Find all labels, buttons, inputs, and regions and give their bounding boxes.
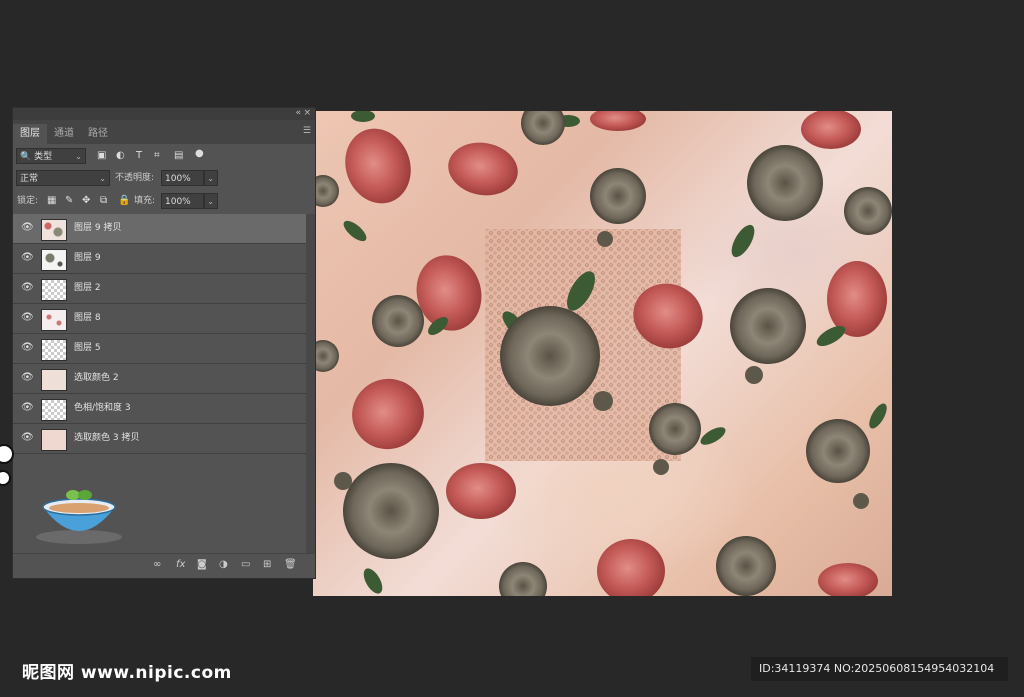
layer-row[interactable]: 👁 图层 5 <box>13 334 315 364</box>
shape-filter-icon[interactable]: ⌗ <box>154 148 160 164</box>
panel-menu-icon[interactable]: ☰ <box>303 126 311 136</box>
adjustment-filter-icon[interactable]: ◐ <box>116 148 125 164</box>
fx-icon[interactable]: fx <box>176 558 185 572</box>
layer-row[interactable]: 👁 选取颜色 2 <box>13 364 315 394</box>
blend-mode-value: 正常 <box>20 174 39 184</box>
close-panel-icon[interactable]: × <box>303 108 311 119</box>
chevron-down-icon: ⌄ <box>75 152 82 161</box>
layer-name: 色相/饱和度 3 <box>74 403 131 413</box>
chevron-down-icon: ⌄ <box>207 197 214 206</box>
tab-paths[interactable]: 路径 <box>81 124 115 144</box>
lock-brush-icon[interactable]: ✎ <box>65 193 73 209</box>
panel-tabs: 图层 通道 路径 ☰ <box>13 120 315 144</box>
lock-all-icon[interactable]: 🔒 <box>118 193 130 209</box>
layer-thumbnail <box>41 279 67 301</box>
layer-thumbnail <box>41 339 67 361</box>
eye-icon[interactable]: 👁 <box>21 402 34 413</box>
floral-pattern-artwork <box>313 111 892 596</box>
new-adjustment-icon[interactable]: ◑ <box>219 558 228 572</box>
eye-icon[interactable]: 👁 <box>21 342 34 353</box>
layer-filter-select[interactable]: 🔍 类型 ⌄ <box>16 148 86 164</box>
layer-thumbnail <box>41 399 67 421</box>
layer-row[interactable]: 👁 色相/饱和度 3 <box>13 394 315 424</box>
layer-thumbnail <box>41 429 67 451</box>
new-group-icon[interactable]: ▭ <box>241 558 250 572</box>
layer-name: 图层 9 <box>74 253 101 263</box>
opacity-field[interactable]: 100% <box>161 170 204 186</box>
add-mask-icon[interactable]: ◙ <box>197 558 207 572</box>
layer-thumbnail <box>41 249 67 271</box>
layer-row[interactable]: 👁 图层 2 <box>13 274 315 304</box>
layer-name: 图层 9 拷贝 <box>74 223 122 233</box>
layer-row[interactable]: 👁 图层 9 <box>13 244 315 274</box>
image-id-label: ID:34119374 NO:20250608154954032104 <box>751 657 1008 681</box>
eye-icon[interactable]: 👁 <box>21 312 34 323</box>
layer-name: 图层 2 <box>74 283 101 293</box>
layer-name: 图层 5 <box>74 343 101 353</box>
tab-layers[interactable]: 图层 <box>13 124 47 144</box>
layer-name: 选取颜色 2 <box>74 373 119 383</box>
layers-panel: « × 图层 通道 路径 ☰ 🔍 类型 ⌄ ▣ ◐ T ⌗ ▤ ● 正常 ⌄ 不… <box>12 107 316 579</box>
image-filter-icon[interactable]: ▣ <box>97 148 106 164</box>
eye-icon[interactable]: 👁 <box>21 432 34 443</box>
opacity-label: 不透明度: <box>115 173 155 183</box>
opacity-value: 100% <box>165 174 191 184</box>
new-layer-icon[interactable]: ⊞ <box>263 558 271 572</box>
document-canvas[interactable] <box>313 111 892 596</box>
fill-dropdown[interactable]: ⌄ <box>204 193 218 209</box>
lock-artboard-icon[interactable]: ⧉ <box>100 193 107 209</box>
layer-thumbnail <box>41 369 67 391</box>
bowl-mascot-image <box>36 490 122 544</box>
delete-layer-icon[interactable]: 🗑 <box>284 558 297 572</box>
chevron-down-icon: ⌄ <box>99 174 106 183</box>
lock-move-icon[interactable]: ✥ <box>82 193 90 209</box>
filter-type-label: 类型 <box>34 152 53 162</box>
search-icon: 🔍 <box>20 152 32 162</box>
layers-scrollbar[interactable] <box>306 214 315 554</box>
lock-transparent-icon[interactable]: ▦ <box>47 193 56 209</box>
smart-object-filter-icon[interactable]: ▤ <box>174 148 183 164</box>
layers-list: 👁 图层 9 拷贝 👁 图层 9 👁 图层 2 👁 图层 8 👁 图层 5 👁 <box>13 214 315 454</box>
eye-icon[interactable]: 👁 <box>21 252 34 263</box>
fill-field[interactable]: 100% <box>161 193 204 209</box>
layer-row[interactable]: 👁 图层 9 拷贝 <box>13 214 315 244</box>
layer-row[interactable]: 👁 图层 8 <box>13 304 315 334</box>
opacity-dropdown[interactable]: ⌄ <box>204 170 218 186</box>
type-filter-icon[interactable]: T <box>136 148 142 164</box>
eye-icon[interactable]: 👁 <box>21 372 34 383</box>
fill-label: 填充: <box>134 196 156 206</box>
chevron-down-icon: ⌄ <box>207 174 214 183</box>
nipic-watermark-logo: 昵图网 www.nipic.com <box>22 663 232 683</box>
collapse-panel-icon[interactable]: « <box>295 108 301 119</box>
layer-name: 选取颜色 3 拷贝 <box>74 433 140 443</box>
layers-bottom-bar: ∞ fx ◙ ◑ ▭ ⊞ 🗑 <box>13 553 315 578</box>
layer-thumbnail <box>41 309 67 331</box>
panel-title-bar[interactable]: « × <box>13 108 315 120</box>
filter-toggle-icon[interactable]: ● <box>195 146 204 162</box>
eye-icon[interactable]: 👁 <box>21 222 34 233</box>
layer-thumbnail <box>41 219 67 241</box>
lock-label: 锁定: <box>17 196 39 206</box>
partial-sticker-graphic <box>0 444 14 486</box>
eye-icon[interactable]: 👁 <box>21 282 34 293</box>
link-layers-icon[interactable]: ∞ <box>153 558 161 572</box>
layer-name: 图层 8 <box>74 313 101 323</box>
fill-value: 100% <box>165 197 191 207</box>
tab-channels[interactable]: 通道 <box>47 124 81 144</box>
layer-row[interactable]: 👁 选取颜色 3 拷贝 <box>13 424 315 454</box>
blend-mode-select[interactable]: 正常 ⌄ <box>16 170 110 186</box>
